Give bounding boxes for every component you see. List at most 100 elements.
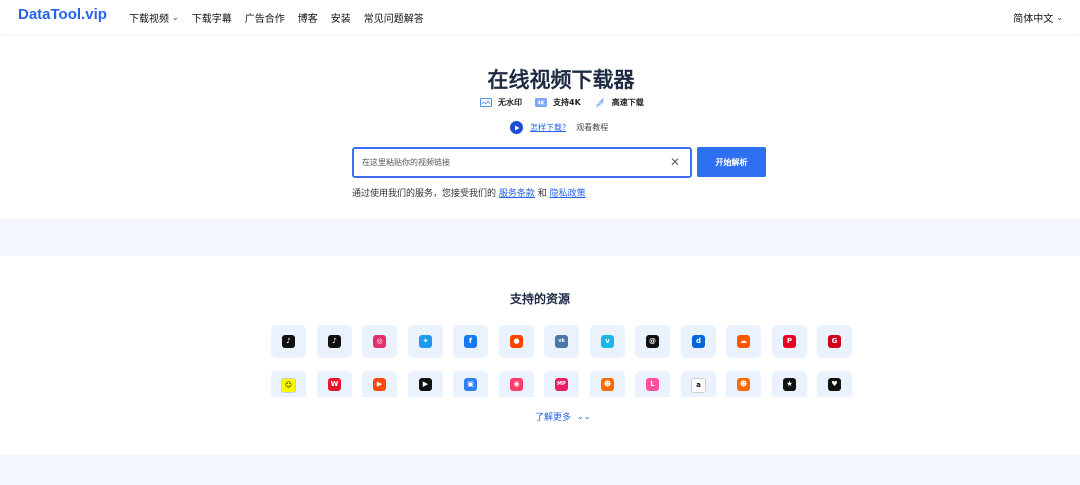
feature-label: 无水印 — [498, 98, 522, 107]
terms-prefix: 通过使用我们的服务，您接受我们的 — [352, 189, 497, 199]
top-nav-bar: DataTool.vip 下载视频 ⌄ 下载字幕 广告合作 博客 安装 常见问题… — [0, 0, 1080, 34]
reddit-icon: ● — [510, 335, 523, 348]
platform-tile[interactable]: P — [772, 325, 807, 358]
chevron-down-icon: ⌄ — [1056, 13, 1063, 22]
platform-tile[interactable]: ♪ — [271, 325, 306, 358]
double-chevron-down-icon: ⌄⌄ — [577, 412, 591, 421]
nav-item-download-subtitles[interactable]: 下载字幕 — [192, 10, 232, 25]
4k-icon: 4K — [535, 98, 547, 107]
video-player-icon: ▶ — [419, 378, 432, 391]
9gag-icon: G — [828, 335, 841, 348]
nav-item-label: 安装 — [330, 14, 351, 25]
platform-tile[interactable]: @ — [635, 325, 670, 358]
main-nav: 下载视频 ⌄ 下载字幕 广告合作 博客 安装 常见问题解答 — [129, 10, 437, 25]
tiktok-icon: ♪ — [282, 335, 295, 348]
dailymotion-icon: d — [692, 335, 705, 348]
feature-label: 高速下载 — [611, 98, 644, 107]
supported-resources-title: 支持的资源 — [509, 292, 570, 306]
pinterest-icon: P — [783, 335, 796, 348]
feature-no-watermark: 无水印 — [480, 97, 522, 108]
platform-tile[interactable]: f — [453, 325, 488, 358]
platform-tile[interactable]: ♪ — [317, 325, 352, 358]
platform-tile[interactable]: ☺ — [271, 371, 306, 397]
start-parse-button[interactable]: 开始解析 — [697, 147, 766, 177]
instagram-icon: ◎ — [373, 335, 386, 348]
feature-high-speed: 高速下载 — [594, 97, 644, 108]
learn-more-label: 了解更多 — [535, 413, 572, 423]
nav-item-ad-partnership[interactable]: 广告合作 — [245, 10, 285, 25]
platform-tile[interactable]: ☻ — [726, 371, 761, 397]
platform-tile[interactable]: ✦ — [408, 325, 443, 358]
platform-tile[interactable]: ▶ — [408, 371, 443, 397]
privacy-policy-link[interactable]: 隐私政策 — [550, 189, 586, 199]
terms-notice: 通过使用我们的服务，您接受我们的 服务条款 和 隐私政策 — [352, 186, 586, 199]
nav-item-label: 广告合作 — [244, 14, 285, 25]
no-watermark-icon — [480, 98, 492, 107]
nav-item-label: 下载字幕 — [191, 14, 232, 25]
clear-icon[interactable]: ✕ — [670, 155, 680, 169]
kuaishou-icon: ▶ — [373, 378, 386, 391]
feature-4k: 4K 支持4K — [535, 97, 581, 108]
terms-of-service-link[interactable]: 服务条款 — [499, 189, 535, 199]
svg-text:4K: 4K — [537, 101, 545, 107]
xigua-icon: ☻ — [601, 378, 614, 391]
platform-tile[interactable]: L — [635, 371, 670, 397]
platform-tile[interactable]: v — [590, 325, 625, 358]
pipix-icon: ☻ — [737, 378, 750, 391]
language-selector[interactable]: 简体中文 ⌄ — [1013, 10, 1063, 25]
rocket-icon — [594, 97, 606, 108]
site-logo[interactable]: DataTool.vip — [18, 6, 107, 23]
footer-band — [0, 455, 1080, 485]
platform-tile[interactable]: ● — [499, 325, 534, 358]
likee-icon: L — [646, 378, 659, 391]
platform-tile[interactable]: ◉ — [499, 371, 534, 397]
amazon-icon: a — [691, 378, 706, 393]
platform-tile[interactable]: W — [317, 371, 352, 397]
soundcloud-icon: ☁ — [737, 335, 750, 348]
platform-tile[interactable]: ◎ — [362, 325, 397, 358]
facebook-icon: f — [464, 335, 477, 348]
platform-tile[interactable]: MP — [544, 371, 579, 397]
language-label: 简体中文 — [1013, 14, 1054, 25]
nav-item-blog[interactable]: 博客 — [298, 10, 318, 25]
platform-tile[interactable]: ★ — [772, 371, 807, 397]
nav-item-install[interactable]: 安装 — [331, 10, 351, 25]
mp-icon: MP — [555, 378, 568, 391]
nav-item-label: 下载视频 — [129, 14, 169, 25]
play-icon[interactable] — [510, 121, 523, 134]
camera-app-icon: ◉ — [510, 378, 523, 391]
platform-tile[interactable]: ▣ — [453, 371, 488, 397]
platform-tile[interactable]: ♥ — [817, 371, 852, 397]
nav-item-label: 博客 — [297, 14, 318, 25]
chevron-down-icon: ⌄ — [172, 13, 179, 22]
heart-app-icon: ♥ — [828, 378, 841, 391]
nav-item-download-video[interactable]: 下载视频 ⌄ — [129, 10, 179, 25]
live-icon: ▣ — [464, 378, 477, 391]
vimeo-icon: v — [601, 335, 614, 348]
snapchat-icon: ☺ — [281, 378, 296, 393]
platform-tile[interactable]: vk — [544, 325, 579, 358]
url-search-box: ✕ — [352, 147, 692, 178]
page-title: 在线视频下载器 — [487, 68, 635, 92]
weibo-icon: W — [328, 378, 341, 391]
section-divider-band — [0, 218, 1080, 256]
feature-list: 无水印 4K 支持4K 高速下载 — [480, 97, 644, 108]
learn-more-link[interactable]: 了解更多 ⌄⌄ — [535, 410, 590, 423]
nav-item-label: 常见问题解答 — [363, 14, 424, 25]
tutorial-row: 怎样下载? 观看教程 — [510, 121, 608, 134]
watch-tutorial-text: 观看教程 — [576, 123, 609, 132]
platform-tile[interactable]: ☻ — [590, 371, 625, 397]
platform-tile[interactable]: ☁ — [726, 325, 761, 358]
platform-tile[interactable]: G — [817, 325, 852, 358]
platform-tile[interactable]: d — [681, 325, 716, 358]
platform-tile[interactable]: ▶ — [362, 371, 397, 397]
how-to-download-link[interactable]: 怎样下载? — [530, 122, 566, 133]
douyin-icon: ♪ — [328, 335, 341, 348]
vk-icon: vk — [555, 335, 568, 348]
terms-and: 和 — [537, 189, 547, 199]
bilibili-icon: ★ — [783, 378, 796, 391]
video-url-input[interactable] — [354, 149, 680, 176]
nav-item-faq[interactable]: 常见问题解答 — [364, 10, 424, 25]
feature-label: 支持4K — [553, 98, 581, 107]
platform-tile[interactable]: a — [681, 371, 716, 397]
